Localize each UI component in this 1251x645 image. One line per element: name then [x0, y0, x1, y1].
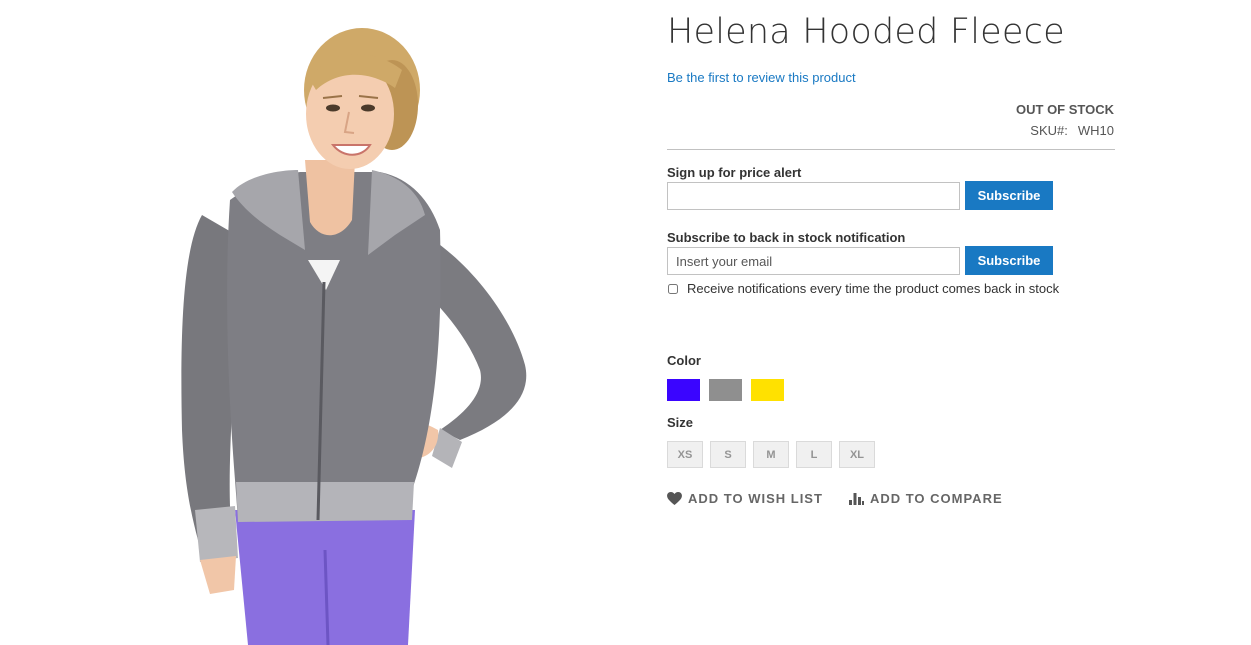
review-link[interactable]: Be the first to review this product [667, 70, 856, 85]
product-actions: Add to Wish List Add to Compare [667, 491, 1003, 506]
notify-every-time-option[interactable]: Receive notifications every time the pro… [667, 281, 1059, 296]
add-to-wishlist-link[interactable]: Add to Wish List [667, 491, 823, 506]
stock-alert-label: Subscribe to back in stock notification [667, 230, 906, 245]
product-photo [181, 28, 527, 645]
stock-alert-email-input[interactable] [667, 247, 960, 275]
price-alert-email-input[interactable] [667, 182, 960, 210]
product-image[interactable] [140, 10, 570, 645]
sku: SKU#: WH10 [1030, 123, 1114, 138]
price-alert-subscribe-button[interactable]: Subscribe [965, 181, 1053, 210]
color-swatch-gray[interactable] [709, 379, 742, 401]
size-swatches: XS S M L XL [667, 441, 875, 468]
color-swatch-yellow[interactable] [751, 379, 784, 401]
size-swatch-m[interactable]: M [753, 441, 789, 468]
color-option-label: Color [667, 353, 701, 368]
notify-every-time-checkbox[interactable] [668, 283, 678, 294]
add-to-compare-link[interactable]: Add to Compare [848, 491, 1003, 506]
size-swatch-s[interactable]: S [710, 441, 746, 468]
size-swatch-xs[interactable]: XS [667, 441, 703, 468]
size-option-label: Size [667, 415, 694, 430]
product-title: Helena Hooded Fleece [667, 12, 1065, 52]
divider [667, 149, 1115, 150]
color-swatch-blue[interactable] [667, 379, 700, 401]
heart-icon [667, 492, 682, 505]
product-page: Helena Hooded Fleece Be the first to rev… [0, 0, 1251, 645]
bar-chart-icon [848, 493, 864, 505]
stock-status: OUT OF STOCK [1016, 102, 1114, 117]
price-alert-label: Sign up for price alert [667, 165, 802, 180]
color-swatches [667, 379, 784, 401]
size-swatch-l[interactable]: L [796, 441, 832, 468]
size-swatch-xl[interactable]: XL [839, 441, 875, 468]
sku-value: WH10 [1077, 123, 1114, 138]
stock-alert-subscribe-button[interactable]: Subscribe [965, 246, 1053, 275]
notify-every-time-label: Receive notifications every time the pro… [687, 281, 1060, 296]
add-to-compare-label: Add to Compare [869, 491, 1003, 506]
sku-label: SKU#: [1030, 123, 1068, 138]
add-to-wishlist-label: Add to Wish List [688, 491, 823, 506]
